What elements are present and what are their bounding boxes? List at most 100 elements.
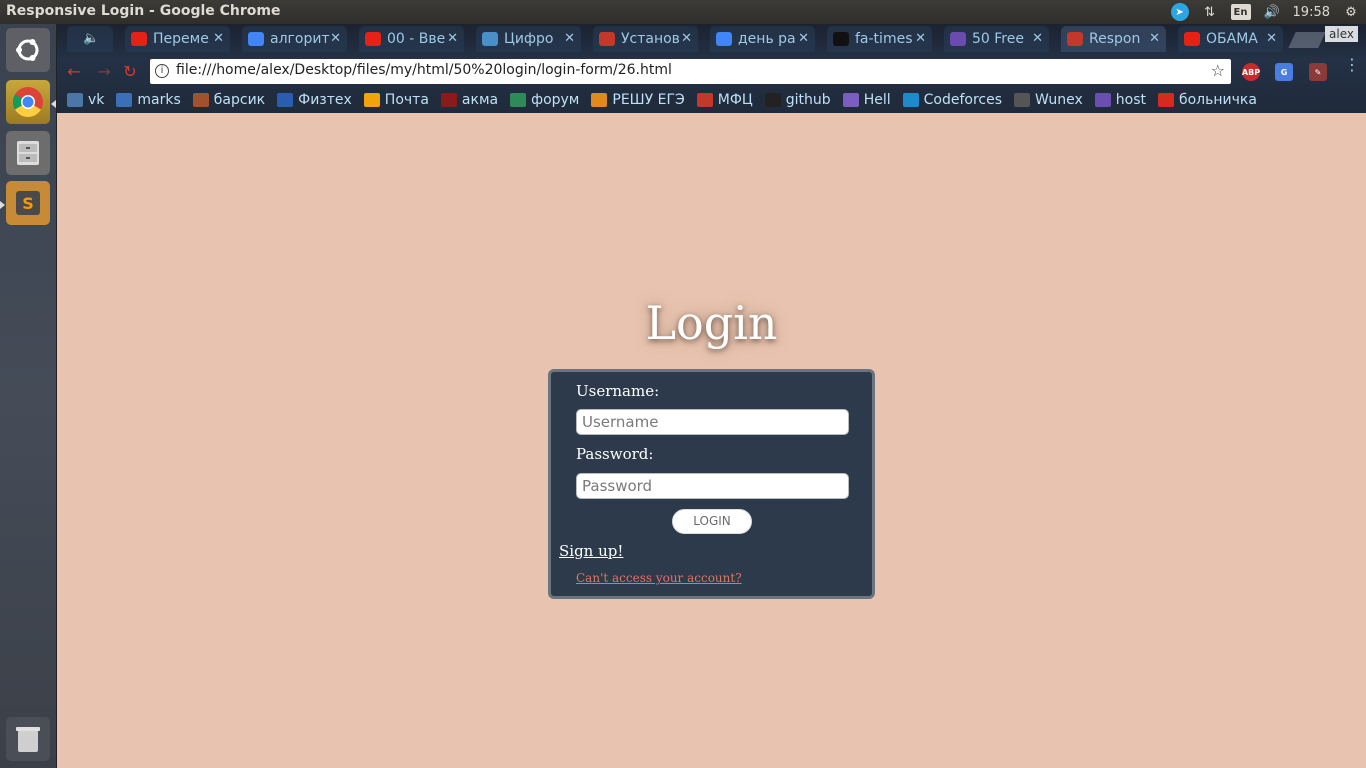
trash-icon <box>16 727 40 752</box>
volume-icon[interactable]: 🔊 <box>1263 3 1281 21</box>
browser-tab[interactable]: 00 - Вве ✕ <box>353 26 470 52</box>
sublime-text-icon: S <box>16 191 40 215</box>
bookmark-label: Физтех <box>298 92 352 108</box>
keyboard-layout-indicator[interactable]: En <box>1230 4 1251 20</box>
browser-tab[interactable]: fa-times ✕ <box>821 26 938 52</box>
bookmark-star-icon[interactable]: ☆ <box>1211 61 1225 80</box>
login-form: Username: Password: LOGIN Sign up! Can't… <box>548 369 875 599</box>
tab-close-icon[interactable]: ✕ <box>798 31 809 46</box>
tab-close-icon[interactable]: ✕ <box>1266 31 1277 46</box>
bookmark-label: акма <box>461 92 499 108</box>
bookmark-favicon-icon <box>1157 93 1174 107</box>
browser-tab[interactable]: алгорит ✕ <box>236 26 353 52</box>
browser-tab[interactable]: Цифро ✕ <box>470 26 587 52</box>
tab-close-icon[interactable]: ✕ <box>1032 31 1043 46</box>
tab-close-icon[interactable]: ✕ <box>213 31 224 46</box>
tab-favicon-icon <box>599 32 615 46</box>
tab-close-icon[interactable]: ✕ <box>330 31 341 46</box>
bookmark-item[interactable]: Wunex <box>1014 92 1083 108</box>
back-button[interactable]: ← <box>65 63 83 81</box>
chrome-icon <box>12 87 43 118</box>
bookmark-item[interactable]: marks <box>116 92 181 108</box>
bookmark-label: vk <box>88 92 105 108</box>
browser-toolbar: ← → ↻ i file:///home/alex/Desktop/files/… <box>57 57 1366 87</box>
username-input[interactable] <box>576 409 849 435</box>
page-title: Login <box>645 296 778 350</box>
tab-close-icon[interactable]: ✕ <box>564 31 575 46</box>
translate-icon[interactable]: G <box>1275 63 1293 81</box>
tab-favicon-icon <box>248 32 264 46</box>
extension-icon[interactable]: ✎ <box>1309 63 1327 81</box>
browser-tab[interactable]: Переме ✕ <box>119 26 236 52</box>
bookmark-item[interactable]: Codeforces <box>902 92 1002 108</box>
tab-favicon-icon <box>482 32 498 46</box>
system-tray: ➤ ⇅ En 🔊 19:58 ⚙ <box>1170 2 1360 22</box>
speaker-icon: 🔈 <box>83 31 100 46</box>
signup-link[interactable]: Sign up! <box>559 542 623 560</box>
adblock-plus-icon[interactable]: ABP <box>1242 63 1260 81</box>
new-tab-button[interactable] <box>1288 32 1326 48</box>
bookmark-label: Почта <box>384 92 429 108</box>
bookmark-label: МФЦ <box>717 92 753 108</box>
bookmark-item[interactable]: vk <box>67 92 104 108</box>
network-icon[interactable]: ⇅ <box>1201 3 1219 21</box>
tab-favicon-icon <box>716 32 732 46</box>
cant-access-link[interactable]: Can't access your account? <box>576 571 742 585</box>
dash-button[interactable] <box>6 28 50 72</box>
browser-tab[interactable]: Установ ✕ <box>587 26 704 52</box>
telegram-icon[interactable]: ➤ <box>1170 3 1189 21</box>
bookmark-item[interactable]: больничка <box>1157 92 1257 108</box>
profile-badge[interactable]: alex <box>1325 26 1358 42</box>
url-text[interactable]: file:///home/alex/Desktop/files/my/html/… <box>176 62 672 78</box>
bookmark-label: host <box>1115 92 1146 108</box>
forward-button[interactable]: → <box>95 63 113 81</box>
tab-close-icon[interactable]: ✕ <box>915 31 926 46</box>
bookmark-item[interactable]: форум <box>510 92 579 108</box>
tab-pinned-audio[interactable]: 🔈 <box>61 26 119 52</box>
bookmark-label: РЕШУ ЕГЭ <box>612 92 685 108</box>
chrome-menu-icon[interactable]: ⋮ <box>1344 57 1360 73</box>
bookmark-label: Codeforces <box>923 92 1002 108</box>
login-button[interactable]: LOGIN <box>672 509 752 534</box>
tab-close-icon[interactable]: ✕ <box>1149 31 1160 46</box>
browser-tab[interactable]: 50 Free ✕ <box>938 26 1055 52</box>
browser-tab[interactable]: день ра ✕ <box>704 26 821 52</box>
tab-close-icon[interactable]: ✕ <box>447 31 458 46</box>
files-launcher-button[interactable] <box>6 131 50 175</box>
bookmark-item[interactable]: МФЦ <box>696 92 753 108</box>
bookmark-item[interactable]: Физтех <box>277 92 352 108</box>
username-label: Username: <box>576 382 660 400</box>
address-bar[interactable]: i file:///home/alex/Desktop/files/my/htm… <box>150 59 1231 84</box>
clock[interactable]: 19:58 <box>1293 5 1330 20</box>
bookmark-favicon-icon <box>67 93 83 107</box>
bookmark-favicon-icon <box>277 93 294 107</box>
browser-tab[interactable]: ОБАМА ✕ <box>1172 26 1289 52</box>
svg-text:S: S <box>22 194 34 213</box>
bookmark-item[interactable]: акма <box>440 92 499 108</box>
bookmark-item[interactable]: Почта <box>363 92 429 108</box>
focused-app-arrow-icon <box>0 201 5 209</box>
settings-gear-icon[interactable]: ⚙ <box>1342 3 1360 21</box>
bookmark-label: барсик <box>213 92 266 108</box>
password-input[interactable] <box>576 473 849 499</box>
trash-launcher-button[interactable] <box>6 717 50 761</box>
bookmark-favicon-icon <box>510 93 527 107</box>
tab-label: день ра <box>738 31 796 47</box>
bookmark-item[interactable]: РЕШУ ЕГЭ <box>591 92 685 108</box>
browser-tab[interactable]: Respon ✕ <box>1055 26 1172 52</box>
bookmark-label: marks <box>137 92 181 108</box>
tab-close-icon[interactable]: ✕ <box>681 31 692 46</box>
sublime-launcher-button[interactable]: S <box>6 181 50 225</box>
bookmark-item[interactable]: host <box>1094 92 1146 108</box>
tab-label: Цифро <box>504 31 554 47</box>
reload-button[interactable]: ↻ <box>121 63 139 81</box>
site-info-icon[interactable]: i <box>155 64 169 78</box>
bookmark-item[interactable]: барсик <box>192 92 266 108</box>
bookmark-item[interactable]: github <box>764 92 831 108</box>
bookmark-favicon-icon <box>116 93 133 107</box>
bookmarks-bar: vk marks барсик Физтех Почта акма форум РЕШУ ЕГ… <box>57 87 1366 113</box>
tab-favicon-icon <box>950 32 966 46</box>
chrome-launcher-button[interactable] <box>6 80 50 124</box>
bookmark-favicon-icon <box>842 93 859 107</box>
bookmark-item[interactable]: Hell <box>842 92 891 108</box>
